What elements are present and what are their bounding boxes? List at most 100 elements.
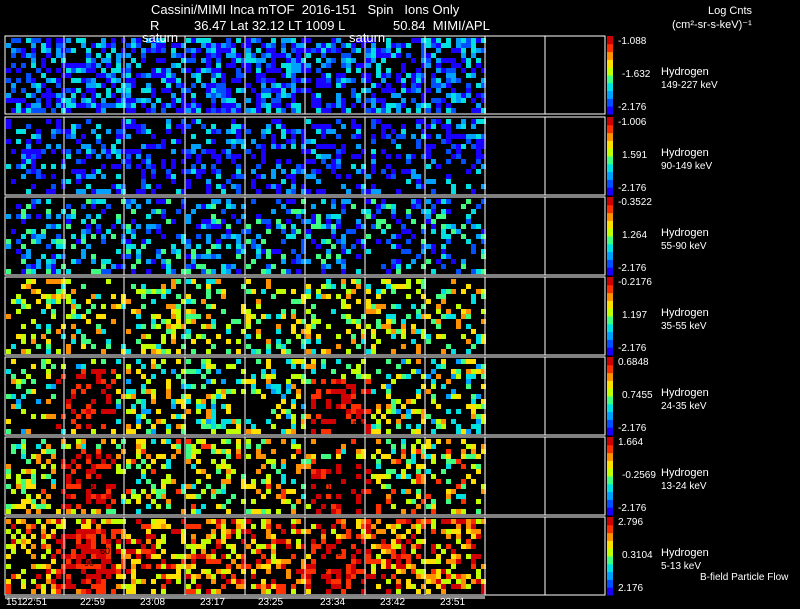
heatmap-cell	[131, 269, 136, 274]
heatmap-cell	[221, 459, 226, 464]
heatmap-cell	[156, 489, 161, 494]
heatmap-cell	[136, 439, 141, 444]
heatmap-cell	[246, 484, 251, 489]
heatmap-cell	[76, 304, 81, 309]
heatmap-cell	[111, 184, 116, 189]
heatmap-cell	[41, 504, 46, 509]
heatmap-cell	[11, 374, 16, 379]
heatmap-cell	[461, 334, 466, 339]
heatmap-cell	[231, 364, 236, 369]
heatmap-cell	[201, 334, 206, 339]
heatmap-cell	[21, 214, 26, 219]
heatmap-cell	[411, 399, 416, 404]
heatmap-cell	[196, 409, 201, 414]
heatmap-cell	[416, 359, 421, 364]
heatmap-cell	[366, 429, 371, 434]
heatmap-cell	[106, 204, 111, 209]
heatmap-cell	[436, 164, 441, 169]
heatmap-cell	[136, 249, 141, 254]
heatmap-cell	[326, 144, 331, 149]
heatmap-cell	[236, 78, 241, 83]
heatmap-cell	[76, 169, 81, 174]
heatmap-cell	[31, 169, 36, 174]
heatmap-cell	[451, 314, 456, 319]
heatmap-cell	[446, 254, 451, 259]
heatmap-cell	[321, 454, 326, 459]
colorbar-mid-label: 1.264	[622, 230, 648, 241]
heatmap-cell	[216, 68, 221, 73]
heatmap-cell	[221, 219, 226, 224]
heatmap-cell	[66, 509, 71, 514]
colorbar-segment	[607, 476, 613, 485]
heatmap-cell	[171, 564, 176, 569]
colorbar-segment	[607, 98, 613, 107]
heatmap-cell	[331, 504, 336, 509]
heatmap-cell	[141, 404, 146, 409]
heatmap-cell	[426, 454, 431, 459]
heatmap-cell	[381, 103, 386, 108]
heatmap-cell	[166, 389, 171, 394]
heatmap-cell	[41, 93, 46, 98]
heatmap-cell	[321, 159, 326, 164]
heatmap-cell	[426, 144, 431, 149]
heatmap-cell	[306, 564, 311, 569]
heatmap-cell	[346, 78, 351, 83]
heatmap-cell	[356, 284, 361, 289]
heatmap-cell	[411, 219, 416, 224]
heatmap-cell	[416, 544, 421, 549]
heatmap-cell	[311, 459, 316, 464]
heatmap-cell	[321, 429, 326, 434]
heatmap-cell	[96, 224, 101, 229]
heatmap-cell	[126, 549, 131, 554]
heatmap-cell	[381, 129, 386, 134]
heatmap-cell	[31, 159, 36, 164]
heatmap-cell	[376, 239, 381, 244]
heatmap-cell	[271, 559, 276, 564]
heatmap-cell	[391, 349, 396, 354]
heatmap-cell	[16, 539, 21, 544]
heatmap-cell	[256, 214, 261, 219]
heatmap-cell	[221, 534, 226, 539]
heatmap-cell	[101, 349, 106, 354]
heatmap-cell	[106, 339, 111, 344]
heatmap-cell	[291, 68, 296, 73]
heatmap-cell	[406, 179, 411, 184]
heatmap-cell	[441, 224, 446, 229]
heatmap-cell	[436, 43, 441, 48]
heatmap-cell	[226, 564, 231, 569]
heatmap-cell	[106, 394, 111, 399]
heatmap-cell	[226, 98, 231, 103]
heatmap-cell	[256, 103, 261, 108]
heatmap-cell	[106, 484, 111, 489]
heatmap-cell	[256, 144, 261, 149]
heatmap-cell	[161, 349, 166, 354]
heatmap-cell	[351, 334, 356, 339]
heatmap-cell	[266, 479, 271, 484]
heatmap-cell	[81, 509, 86, 514]
heatmap-cell	[46, 304, 51, 309]
heatmap-cell	[21, 409, 26, 414]
heatmap-cell	[316, 224, 321, 229]
heatmap-cell	[296, 43, 301, 48]
heatmap-cell	[321, 574, 326, 579]
heatmap-cell	[236, 88, 241, 93]
heatmap-cell	[76, 384, 81, 389]
heatmap-cell	[376, 369, 381, 374]
heatmap-cell	[416, 344, 421, 349]
heatmap-cell	[101, 519, 106, 524]
heatmap-cell	[236, 439, 241, 444]
heatmap-cell	[391, 103, 396, 108]
heatmap-cell	[326, 129, 331, 134]
heatmap-cell	[211, 559, 216, 564]
heatmap-cell	[156, 494, 161, 499]
heatmap-cell	[11, 149, 16, 154]
heatmap-cell	[356, 409, 361, 414]
heatmap-cell	[56, 244, 61, 249]
heatmap-cell	[186, 524, 191, 529]
heatmap-cell	[36, 38, 41, 43]
heatmap-cell	[286, 219, 291, 224]
heatmap-cell	[371, 534, 376, 539]
heatmap-cell	[276, 344, 281, 349]
heatmap-cell	[476, 144, 481, 149]
heatmap-cell	[141, 159, 146, 164]
